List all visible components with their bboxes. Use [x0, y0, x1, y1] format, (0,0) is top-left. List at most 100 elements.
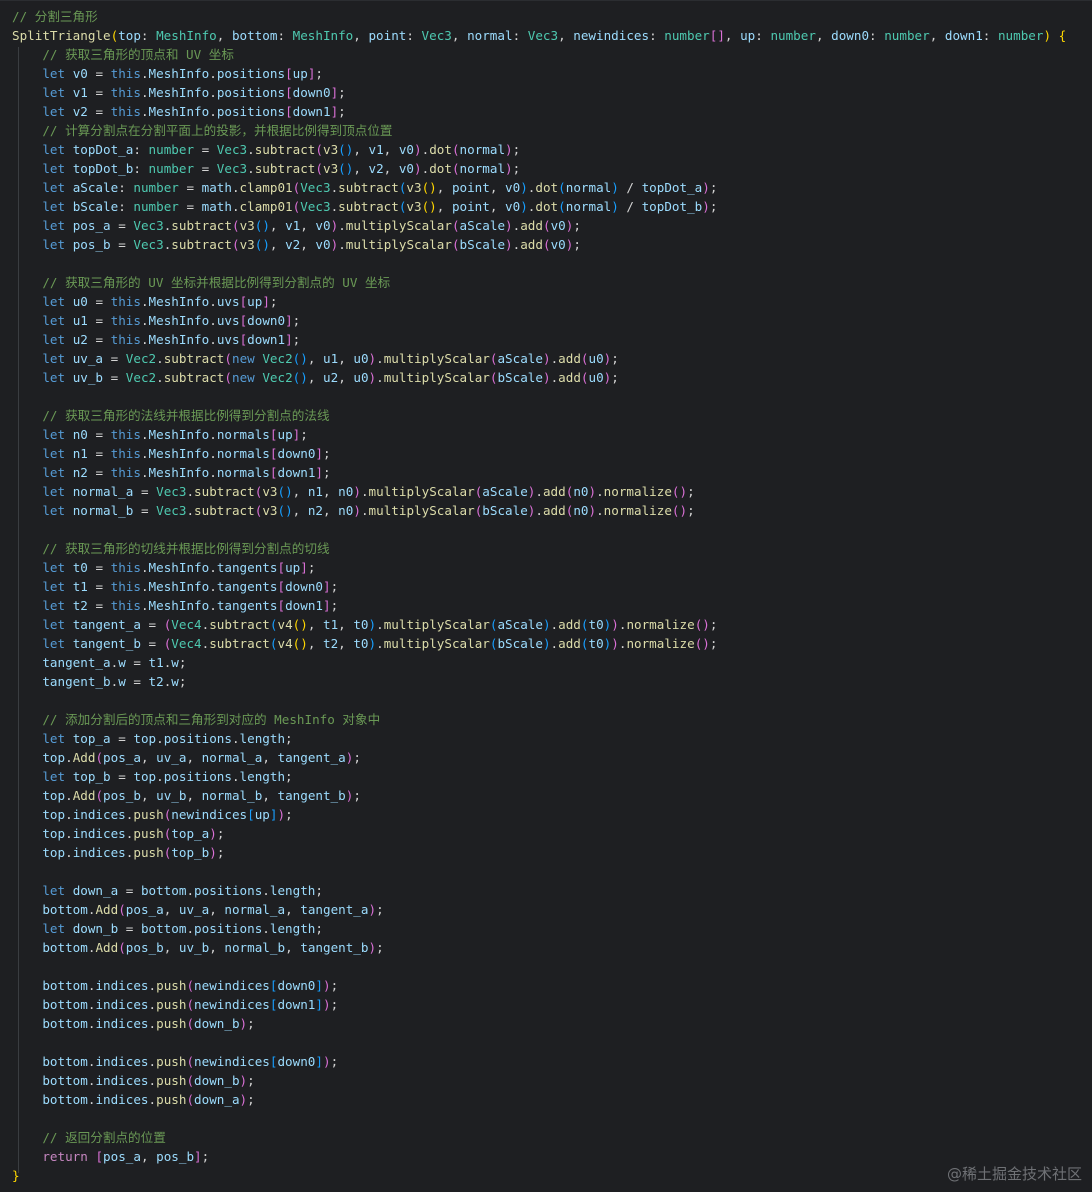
- code-line[interactable]: bottom.indices.push(down_b);: [12, 1014, 1066, 1033]
- code-token: down0: [831, 28, 870, 43]
- code-line[interactable]: let v1 = this.MeshInfo.positions[down0];: [12, 83, 1066, 102]
- code-line[interactable]: let down_a = bottom.positions.length;: [12, 881, 1066, 900]
- code-line[interactable]: let t2 = this.MeshInfo.tangents[down1];: [12, 596, 1066, 615]
- code-token: =: [178, 199, 202, 214]
- code-line[interactable]: tangent_a.w = t1.w;: [12, 653, 1066, 672]
- code-token: multiplyScalar: [368, 484, 475, 499]
- code-line[interactable]: [12, 862, 1066, 881]
- code-line[interactable]: let bScale: number = math.clamp01(Vec3.s…: [12, 197, 1066, 216]
- code-line[interactable]: bottom.indices.push(newindices[down0]);: [12, 976, 1066, 995]
- code-token: .: [535, 484, 543, 499]
- code-line[interactable]: // 分割三角形: [12, 7, 1066, 26]
- code-line[interactable]: let n2 = this.MeshInfo.normals[down1];: [12, 463, 1066, 482]
- code-line[interactable]: let v2 = this.MeshInfo.positions[down1];: [12, 102, 1066, 121]
- code-line[interactable]: bottom.indices.push(down_b);: [12, 1071, 1066, 1090]
- code-line[interactable]: top.indices.push(top_a);: [12, 824, 1066, 843]
- code-token: number: [148, 161, 195, 176]
- code-token: dot: [429, 161, 452, 176]
- code-token: .: [148, 978, 157, 993]
- code-line[interactable]: let pos_a = Vec3.subtract(v3(), v1, v0).…: [12, 216, 1066, 235]
- code-line[interactable]: let u2 = this.MeshInfo.uvs[down1];: [12, 330, 1066, 349]
- code-line[interactable]: let n1 = this.MeshInfo.normals[down0];: [12, 444, 1066, 463]
- code-token: this: [110, 66, 141, 81]
- code-token: Vec3: [421, 28, 452, 43]
- code-line[interactable]: bottom.Add(pos_b, uv_b, normal_b, tangen…: [12, 938, 1066, 957]
- code-line[interactable]: let uv_b = Vec2.subtract(new Vec2(), u2,…: [12, 368, 1066, 387]
- code-area[interactable]: // 分割三角形 SplitTriangle(top: MeshInfo, bot…: [12, 7, 1066, 1185]
- code-token: .: [140, 66, 149, 81]
- code-line[interactable]: // 获取三角形的法线并根据比例得到分割点的法线: [12, 406, 1066, 425]
- code-line[interactable]: // 获取三角形的顶点和 UV 坐标: [12, 45, 1066, 64]
- code-line[interactable]: let topDot_a: number = Vec3.subtract(v3(…: [12, 140, 1066, 159]
- code-editor[interactable]: // 分割三角形 SplitTriangle(top: MeshInfo, bot…: [0, 0, 1092, 1192]
- code-token: ,: [292, 503, 308, 518]
- code-token: ;: [709, 636, 718, 651]
- code-line[interactable]: let t1 = this.MeshInfo.tangents[down0];: [12, 577, 1066, 596]
- code-line[interactable]: let topDot_b: number = Vec3.subtract(v3(…: [12, 159, 1066, 178]
- code-token: positions: [216, 104, 286, 119]
- code-line[interactable]: let tangent_b = (Vec4.subtract(v4(), t2,…: [12, 634, 1066, 653]
- code-line[interactable]: SplitTriangle(top: MeshInfo, bottom: Mes…: [12, 26, 1066, 45]
- code-line[interactable]: [12, 520, 1066, 539]
- code-token: (: [95, 750, 104, 765]
- code-line[interactable]: top.Add(pos_b, uv_b, normal_b, tangent_b…: [12, 786, 1066, 805]
- code-line[interactable]: // 返回分割点的位置: [12, 1128, 1066, 1147]
- code-token: {: [1058, 28, 1067, 43]
- code-line[interactable]: [12, 691, 1066, 710]
- code-token: tangents: [216, 560, 278, 575]
- code-token: ,: [558, 28, 574, 43]
- code-token: Add: [95, 940, 119, 955]
- code-token: .: [550, 617, 559, 632]
- code-line[interactable]: let u0 = this.MeshInfo.uvs[up];: [12, 292, 1066, 311]
- code-line[interactable]: let uv_a = Vec2.subtract(new Vec2(), u1,…: [12, 349, 1066, 368]
- code-line[interactable]: [12, 1109, 1066, 1128]
- code-line[interactable]: let normal_a = Vec3.subtract(v3(), n1, n…: [12, 482, 1066, 501]
- code-line[interactable]: // 获取三角形的切线并根据比例得到分割点的切线: [12, 539, 1066, 558]
- code-line[interactable]: tangent_b.w = t2.w;: [12, 672, 1066, 691]
- code-token: .: [231, 731, 240, 746]
- code-token: subtract: [254, 161, 316, 176]
- code-token: ;: [573, 237, 581, 252]
- code-line[interactable]: bottom.indices.push(newindices[down1]);: [12, 995, 1066, 1014]
- code-line[interactable]: let t0 = this.MeshInfo.tangents[up];: [12, 558, 1066, 577]
- code-line[interactable]: bottom.indices.push(newindices[down0]);: [12, 1052, 1066, 1071]
- code-token: uv_b: [72, 370, 104, 385]
- code-token: uv_a: [178, 902, 210, 917]
- code-line[interactable]: return [pos_a, pos_b];: [12, 1147, 1066, 1166]
- code-token: pos_b: [72, 237, 111, 252]
- code-line[interactable]: // 计算分割点在分割平面上的投影，并根据比例得到顶点位置: [12, 121, 1066, 140]
- code-line[interactable]: bottom.indices.push(down_a);: [12, 1090, 1066, 1109]
- code-token: down_a: [72, 883, 119, 898]
- code-line[interactable]: let aScale: number = math.clamp01(Vec3.s…: [12, 178, 1066, 197]
- code-line[interactable]: top.Add(pos_a, uv_a, normal_a, tangent_a…: [12, 748, 1066, 767]
- code-line[interactable]: let top_a = top.positions.length;: [12, 729, 1066, 748]
- code-line[interactable]: let top_b = top.positions.length;: [12, 767, 1066, 786]
- code-line[interactable]: let tangent_a = (Vec4.subtract(v4(), t1,…: [12, 615, 1066, 634]
- code-line[interactable]: top.indices.push(newindices[up]);: [12, 805, 1066, 824]
- code-line[interactable]: [12, 387, 1066, 406]
- code-line[interactable]: // 添加分割后的顶点和三角形到对应的 MeshInfo 对象中: [12, 710, 1066, 729]
- code-line[interactable]: let n0 = this.MeshInfo.normals[up];: [12, 425, 1066, 444]
- code-line[interactable]: let u1 = this.MeshInfo.uvs[down0];: [12, 311, 1066, 330]
- code-line[interactable]: top.indices.push(top_b);: [12, 843, 1066, 862]
- code-line[interactable]: [12, 1033, 1066, 1052]
- code-line[interactable]: bottom.Add(pos_a, uv_a, normal_a, tangen…: [12, 900, 1066, 919]
- code-token: number: [997, 28, 1044, 43]
- code-token: (: [186, 1073, 195, 1088]
- code-line[interactable]: [12, 254, 1066, 273]
- code-line[interactable]: let pos_b = Vec3.subtract(v3(), v2, v0).…: [12, 235, 1066, 254]
- code-line[interactable]: let down_b = bottom.positions.length;: [12, 919, 1066, 938]
- code-line[interactable]: // 获取三角形的 UV 坐标并根据比例得到分割点的 UV 坐标: [12, 273, 1066, 292]
- code-line[interactable]: let normal_b = Vec3.subtract(v3(), n2, n…: [12, 501, 1066, 520]
- code-token: .: [376, 351, 384, 366]
- watermark: @稀土掘金技术社区: [946, 1165, 1082, 1183]
- code-line[interactable]: [12, 957, 1066, 976]
- code-line[interactable]: }: [12, 1166, 1066, 1185]
- code-line[interactable]: let v0 = this.MeshInfo.positions[up];: [12, 64, 1066, 83]
